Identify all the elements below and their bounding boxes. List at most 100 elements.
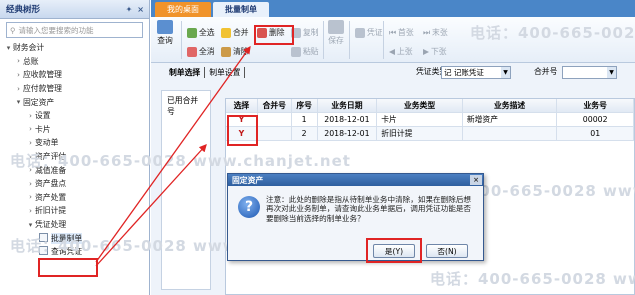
chevron-down-icon: ▾ [6,43,11,52]
nav-item[interactable]: › 资产盘点 [0,177,149,191]
document-icon [38,232,51,244]
table-cell [258,127,292,140]
column-header[interactable]: 选择 [226,99,258,112]
table-row[interactable]: Y 2 2018-12-01 折旧计提 01 [226,127,634,141]
column-header[interactable]: 业务号 [557,99,634,112]
column-header[interactable]: 业务描述 [463,99,558,112]
no-button[interactable]: 否(N) [426,244,468,258]
copy-label: 复制 [303,28,319,37]
uncheck-all-icon [187,46,197,57]
chevron-right-icon: › [17,57,20,66]
nav-highlight-box [38,258,98,277]
chevron-down-icon: ▾ [16,98,21,107]
nav-item[interactable]: › 应收款管理 [0,68,149,82]
table-cell: 00002 [557,113,634,126]
paste-button[interactable]: 粘贴 [291,46,319,57]
nav-item[interactable]: › 变动单 [0,136,149,150]
nav-item[interactable]: › 资产处置 [0,191,149,205]
chevron-right-icon: › [29,206,32,215]
nav-item[interactable]: 批量制单 [0,231,149,245]
nav-item[interactable]: 查询凭证 [0,245,149,259]
nav-item-label: 资产处置 [35,192,67,202]
prev-button[interactable]: ◀ 上张 [389,46,413,57]
used-merge-panel: 已用合并号 [161,90,211,290]
column-header[interactable]: 合并号 [258,99,292,112]
close-icon[interactable]: × [137,5,144,14]
table-row[interactable]: Y 1 2018-12-01 卡片 新增资产 00002 [226,113,634,127]
paste-icon [291,46,301,57]
query-button[interactable]: 查询 [157,20,173,46]
nav-item[interactable]: › 应付款管理 [0,82,149,96]
nav-item[interactable]: ▾ 凭证处理 [0,218,149,232]
save-label: 保存 [328,36,344,45]
column-header[interactable]: 业务类型 [377,99,463,112]
chevron-down-icon: ▾ [28,220,33,229]
merge-label: 合并 [233,28,249,37]
tab-home[interactable]: 我的桌面 [155,2,211,17]
voucher-type-select[interactable]: 记 记账凭证 ▼ [441,66,511,79]
save-button[interactable]: 保存 [328,20,344,46]
table-cell [463,127,558,140]
document-icon [38,246,51,257]
selection-highlight-box [227,115,258,146]
nav-item[interactable]: ▾ 财务会计 [0,41,149,55]
nav-item-label: 总账 [23,56,39,66]
table-cell: 2 [292,127,318,140]
copy-button[interactable]: 复制 [291,27,319,38]
chevron-down-icon: ▼ [607,67,616,78]
voucher-type-value: 记 记账凭证 [444,68,484,77]
nav-item-label: 固定资产 [23,97,55,107]
nav-item-label: 设置 [35,111,51,121]
nav-item[interactable]: › 资产评估 [0,150,149,164]
merge-button[interactable]: 合并 [221,27,249,38]
nav-item-label: 变动单 [35,138,59,148]
nav-item[interactable]: ▾ 固定资产 [0,95,149,109]
dialog-message: 注意：此处的删除是指从待制单业务中清除，如果在删除后想再次对此业务制单，请查询此… [266,195,472,223]
tab-batch-voucher[interactable]: 批量制单 [213,2,269,17]
nav-tree-title: 经典树形 [6,5,41,15]
clear-button[interactable]: 清除 [221,46,249,57]
first-label: 首张 [398,28,414,37]
next-label: 下张 [431,47,447,56]
nav-search-input[interactable]: ⚲ 请输入您要搜索的功能 [6,22,143,38]
select-all-button[interactable]: 全选 [187,27,215,38]
nav-item[interactable]: › 减值准备 [0,163,149,177]
nav-item-label: 折旧计提 [35,206,67,216]
merge-no-select[interactable]: ▼ [562,66,617,79]
subtab-settings[interactable]: 制单设置 [205,67,246,78]
voucher-button[interactable]: 凭证 [355,27,383,38]
search-icon: ⚲ [10,25,16,35]
pin-icon[interactable]: ✦ [126,5,133,14]
table-cell: 1 [292,113,318,126]
nav-item[interactable]: › 卡片 [0,123,149,137]
eraser-icon [221,46,231,57]
first-button[interactable]: ⏮ 首张 [389,27,414,38]
yes-highlight-box [366,238,422,263]
next-button[interactable]: ▶ 下张 [423,46,447,57]
nav-item[interactable]: › 设置 [0,109,149,123]
grid-header: 选择 合并号 序号 业务日期 业务类型 业务描述 业务号 [226,99,634,113]
last-button[interactable]: ⏭ 末张 [423,27,448,38]
table-cell: 卡片 [377,113,463,126]
nav-tree-panel: 经典树形 ✦ × ⚲ 请输入您要搜索的功能 ▾ 财务会计 › 总账 › 应收款管理 › 应付款… [0,0,150,295]
nav-item-label: 资产盘点 [35,179,67,189]
paste-label: 粘贴 [303,47,319,56]
save-icon [328,20,344,34]
nav-item-label: 资产评估 [35,152,67,162]
nav-item[interactable]: › 总账 [0,55,149,69]
column-header[interactable]: 业务日期 [318,99,378,112]
dialog-close-button[interactable]: × [470,175,482,185]
query-icon [157,20,173,34]
toolbar: 查询 全选 全消 合并 清除 删除 复制 粘贴 保存 凭证 ⏮ 首张 ◀ 上张 … [151,17,635,63]
deselect-all-label: 全消 [199,47,215,56]
table-cell: 折旧计提 [377,127,463,140]
subtab-select[interactable]: 制单选择 [165,67,206,78]
column-header[interactable]: 序号 [292,99,318,112]
nav-item-label: 凭证处理 [35,220,67,230]
nav-tree-header: 经典树形 ✦ × [0,0,149,19]
nav-item[interactable]: › 折旧计提 [0,204,149,218]
chevron-right-icon: › [29,193,32,202]
deselect-all-button[interactable]: 全消 [187,46,215,57]
chevron-right-icon: › [29,138,32,147]
merge-no-label: 合并号 [534,67,558,76]
